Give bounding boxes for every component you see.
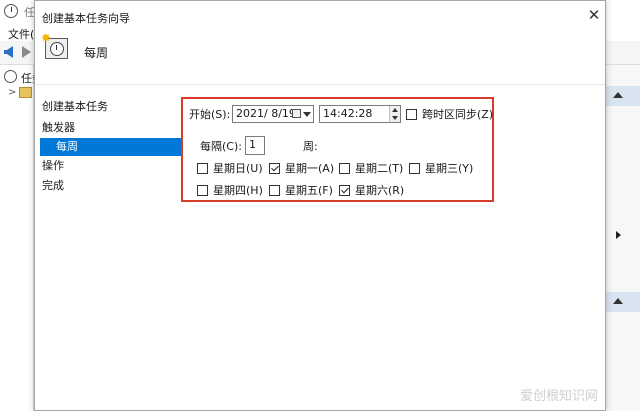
header-divider bbox=[35, 84, 605, 85]
checkbox-tuesday[interactable] bbox=[339, 163, 350, 174]
sync-timezones-label: 跨时区同步(Z) bbox=[422, 108, 494, 121]
label-saturday: 星期六(R) bbox=[355, 184, 405, 197]
tree-expand-icon[interactable]: > bbox=[8, 87, 16, 98]
create-basic-task-wizard: 创建基本任务向导 ✕ ✸ 每周 创建基本任务 触发器 每周 操作 完成 开始(S… bbox=[34, 0, 606, 411]
recur-every-input[interactable]: 1 bbox=[245, 136, 265, 155]
weekly-trigger-panel: 开始(S): 2021/ 8/19 14:42:28 跨时区同步(Z) 每隔(C… bbox=[181, 97, 494, 202]
start-time-value: 14:42:28 bbox=[323, 107, 373, 120]
nav-item-action[interactable]: 操作 bbox=[42, 157, 64, 174]
nav-item-trigger[interactable]: 触发器 bbox=[42, 119, 75, 136]
clock-icon bbox=[4, 4, 18, 18]
forward-arrow-icon[interactable] bbox=[22, 46, 31, 58]
start-date-value: 2021/ 8/19 bbox=[236, 107, 296, 120]
wizard-step-title: 每周 bbox=[84, 46, 109, 60]
actions-pane bbox=[606, 65, 640, 411]
start-label: 开始(S): bbox=[189, 108, 231, 121]
calendar-icon[interactable] bbox=[292, 109, 301, 118]
chevron-down-icon[interactable] bbox=[303, 112, 311, 117]
nav-item-finish[interactable]: 完成 bbox=[42, 177, 64, 194]
label-thursday: 星期四(H) bbox=[213, 184, 263, 197]
checkbox-wednesday[interactable] bbox=[409, 163, 420, 174]
mmc-tree-pane bbox=[0, 65, 34, 411]
wizard-title: 创建基本任务向导 bbox=[42, 12, 130, 25]
week-unit-label: 周: bbox=[303, 140, 318, 153]
back-arrow-icon[interactable] bbox=[4, 46, 13, 58]
close-icon[interactable]: ✕ bbox=[586, 7, 602, 23]
watermark: 爱创根知识网 bbox=[520, 389, 599, 404]
spin-up-icon[interactable] bbox=[392, 108, 398, 112]
collapse-up-icon[interactable] bbox=[613, 298, 623, 304]
start-time-field[interactable]: 14:42:28 bbox=[319, 105, 401, 123]
label-tuesday: 星期二(T) bbox=[355, 162, 404, 175]
label-friday: 星期五(F) bbox=[285, 184, 333, 197]
label-wednesday: 星期三(Y) bbox=[425, 162, 474, 175]
nav-item-create-task[interactable]: 创建基本任务 bbox=[42, 98, 108, 115]
star-icon: ✸ bbox=[41, 31, 52, 45]
spin-down-icon[interactable] bbox=[392, 116, 398, 120]
actions-header-2[interactable] bbox=[606, 292, 640, 312]
checkbox-thursday[interactable] bbox=[197, 185, 208, 196]
nav-item-weekly[interactable]: 每周 bbox=[56, 138, 78, 155]
recur-every-label: 每隔(C): bbox=[200, 140, 242, 153]
chevron-right-icon[interactable] bbox=[616, 231, 621, 239]
label-monday: 星期一(A) bbox=[285, 162, 335, 175]
checkbox-friday[interactable] bbox=[269, 185, 280, 196]
checkbox-sunday[interactable] bbox=[197, 163, 208, 174]
sync-timezones-checkbox[interactable] bbox=[406, 109, 417, 120]
folder-icon[interactable] bbox=[19, 87, 32, 98]
label-sunday: 星期日(U) bbox=[213, 162, 263, 175]
tree-clock-icon bbox=[4, 70, 17, 83]
start-date-picker[interactable]: 2021/ 8/19 bbox=[232, 105, 314, 123]
collapse-up-icon[interactable] bbox=[613, 92, 623, 98]
checkbox-monday[interactable] bbox=[269, 163, 280, 174]
checkbox-saturday[interactable] bbox=[339, 185, 350, 196]
time-spinner[interactable] bbox=[389, 106, 400, 122]
actions-header-1[interactable] bbox=[606, 86, 640, 106]
